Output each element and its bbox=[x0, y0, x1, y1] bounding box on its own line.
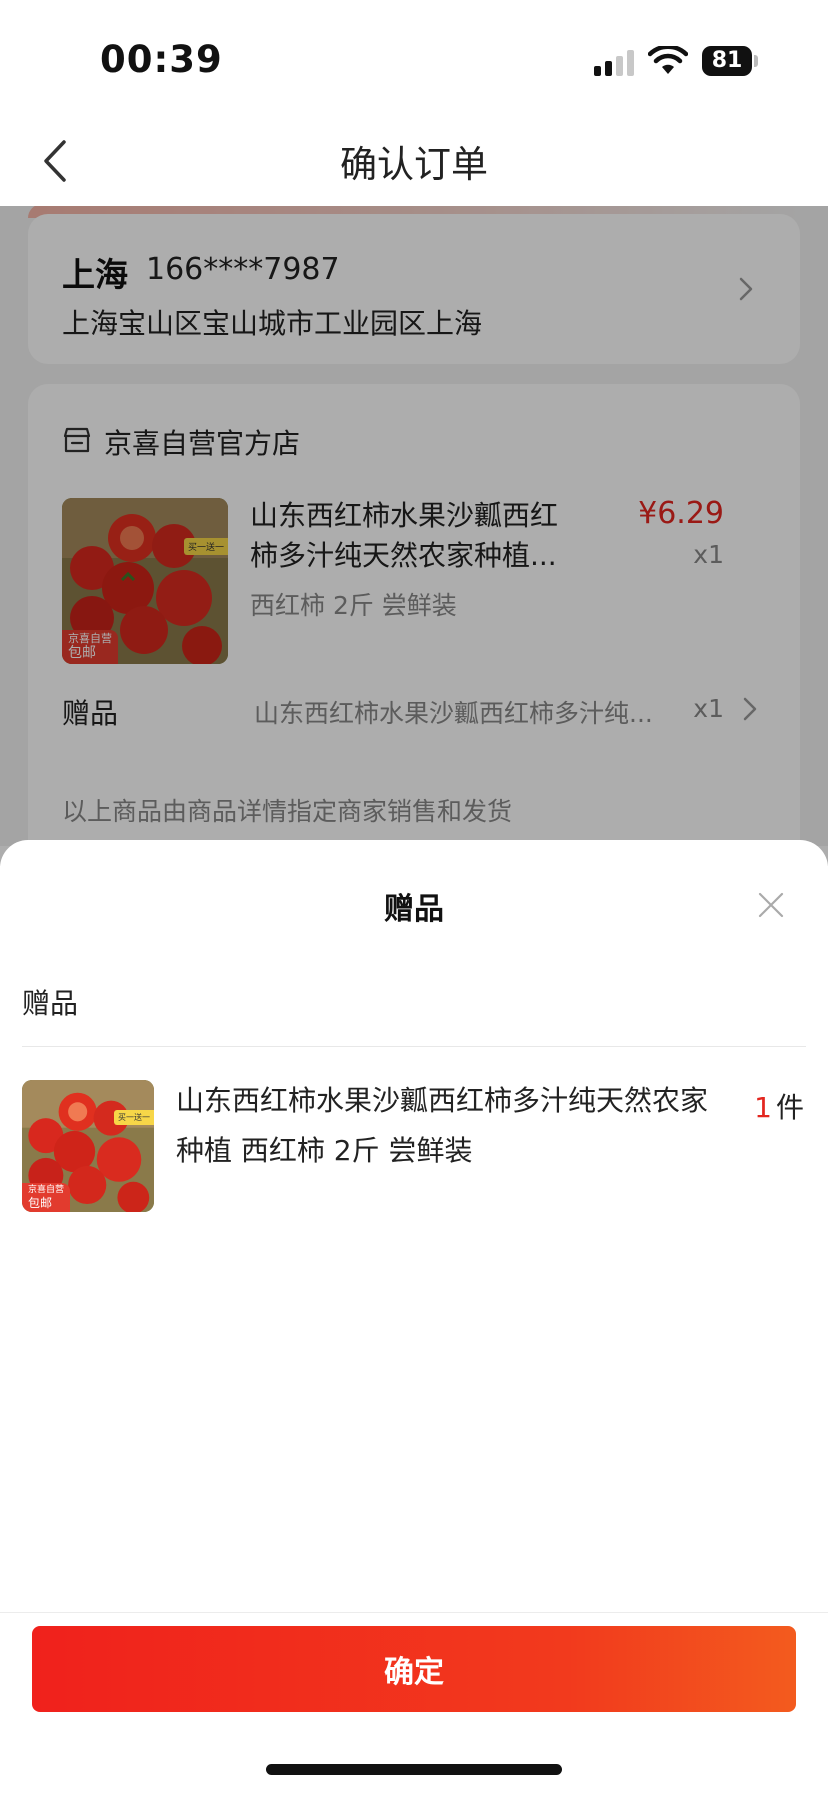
footer-divider bbox=[0, 1612, 828, 1613]
gift-item-qty: 1件 bbox=[754, 1086, 804, 1126]
promo-tag: 买一送一 bbox=[114, 1110, 154, 1125]
page-title: 确认订单 bbox=[340, 143, 488, 186]
gift-item-image: 买一送一 京喜自营 包邮 bbox=[22, 1080, 154, 1212]
divider bbox=[22, 1046, 806, 1047]
battery-icon: 81 bbox=[702, 46, 752, 76]
confirm-button[interactable]: 确定 bbox=[32, 1626, 796, 1712]
close-icon[interactable] bbox=[758, 892, 784, 918]
sheet-title: 赠品 bbox=[384, 892, 444, 927]
home-indicator bbox=[266, 1764, 562, 1775]
gift-item-qty-num: 1 bbox=[754, 1091, 772, 1124]
status-time: 00:39 bbox=[100, 38, 223, 81]
battery-tip bbox=[754, 55, 758, 67]
gift-item-qty-unit: 件 bbox=[775, 1091, 804, 1124]
status-bar: 00:39 81 bbox=[0, 0, 828, 120]
gift-item-title: 山东西红柿水果沙瓤西红柿多汁纯天然农家种植 西红柿 2斤 尝鲜装 bbox=[176, 1084, 709, 1167]
nav-bar: 确认订单 bbox=[0, 120, 828, 206]
signal-icon bbox=[594, 50, 636, 76]
shipping-tag: 京喜自营 包邮 bbox=[22, 1182, 71, 1212]
gift-section-label: 赠品 bbox=[22, 987, 79, 1020]
gift-sheet: 赠品 赠品 买一送一 京喜自营 包邮 山东西红柿水果沙瓤西红柿多汁纯天然农家种植… bbox=[0, 840, 828, 1796]
wifi-icon bbox=[648, 46, 688, 74]
shipping-tag-line1: 京喜自营 bbox=[28, 1184, 65, 1195]
shipping-tag-line2: 包邮 bbox=[28, 1195, 53, 1210]
modal-overlay[interactable] bbox=[0, 206, 828, 866]
